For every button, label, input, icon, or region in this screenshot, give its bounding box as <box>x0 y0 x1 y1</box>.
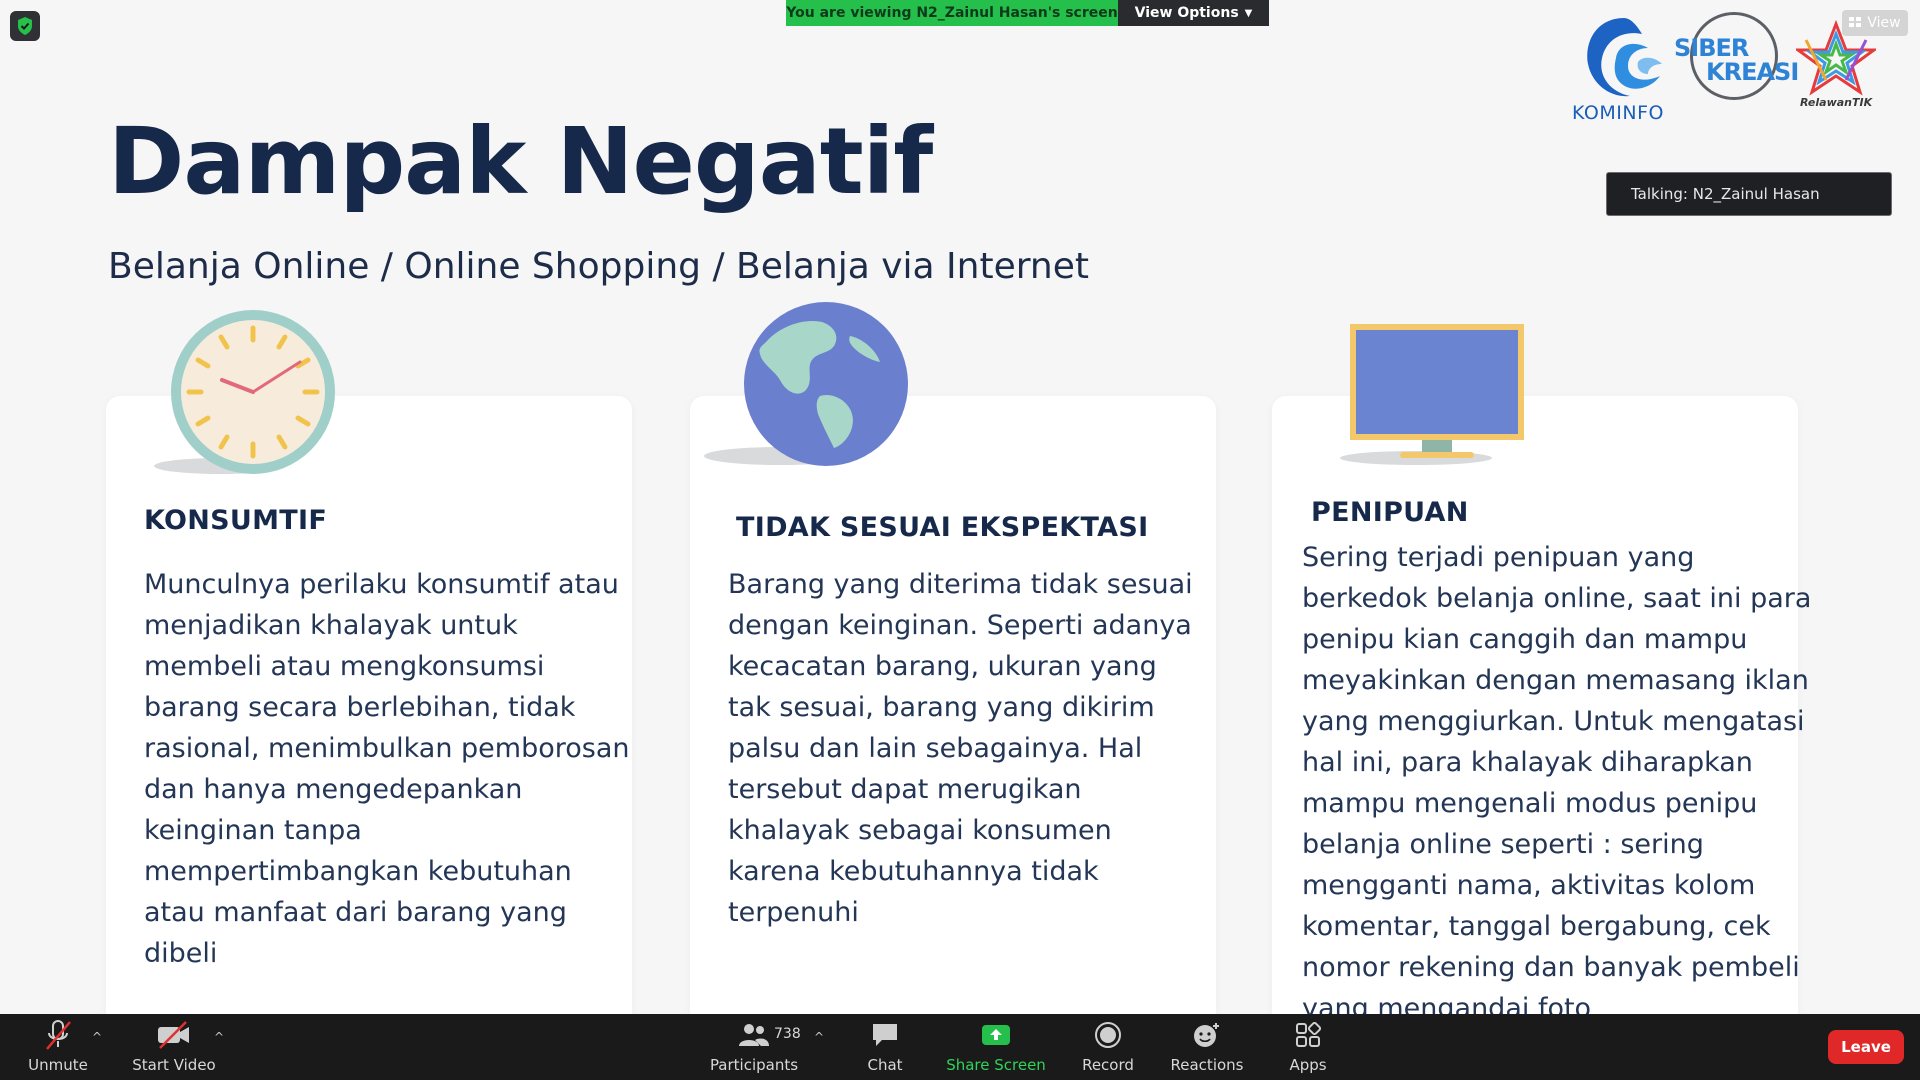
card-body-tidak-sesuai: Barang yang diterima tidak sesuai dengan… <box>728 564 1218 933</box>
viewing-screen-label: You are viewing N2_Zainul Hasan's screen <box>786 0 1118 26</box>
record-label: Record <box>1082 1056 1134 1074</box>
card-line: hal ini, para khalayak diharapkan <box>1302 747 1753 778</box>
card-line: keinginan tanpa <box>144 815 362 846</box>
globe-icon <box>704 302 908 466</box>
share-screen-button[interactable]: Share Screen <box>946 1018 1046 1078</box>
view-options-button[interactable]: View Options ▼ <box>1118 0 1269 26</box>
card-line: Sering terjadi penipuan yang <box>1302 542 1695 573</box>
unmute-button[interactable]: Unmute <box>20 1018 96 1078</box>
shared-screen: You are viewing N2_Zainul Hasan's screen… <box>0 0 1920 1014</box>
slide-title: Dampak Negatif <box>108 108 933 215</box>
card-line: belanja online seperti : sering <box>1302 829 1704 860</box>
emoji-icon <box>1192 1018 1222 1052</box>
apps-label: Apps <box>1289 1056 1327 1074</box>
card-line: berkedok belanja online, saat ini para <box>1302 583 1812 614</box>
participants-icon <box>737 1018 771 1052</box>
chat-label: Chat <box>867 1056 903 1074</box>
card-line: tak sesuai, barang yang dikirim <box>728 692 1155 723</box>
siberkreasi-label-2: KREASI <box>1706 58 1799 86</box>
slide-subtitle: Belanja Online / Online Shopping / Belan… <box>108 246 1089 287</box>
card-heading-konsumtif: KONSUMTIF <box>144 505 328 536</box>
start-video-button[interactable]: Start Video <box>130 1018 218 1078</box>
kominfo-label: KOMINFO <box>1572 102 1664 124</box>
leave-button[interactable]: Leave <box>1828 1030 1904 1064</box>
card-line: dan hanya mengedepankan <box>144 774 523 805</box>
card-body-konsumtif: Munculnya perilaku konsumtif atau menjad… <box>144 564 644 974</box>
card-line: khalayak sebagai konsumen <box>728 815 1112 846</box>
muted-microphone-icon <box>43 1018 73 1052</box>
card-line: Barang yang diterima tidak sesuai <box>728 569 1193 600</box>
partner-logos: KOMINFO SIBER KREASI RelawanTIK <box>1568 10 1888 125</box>
reactions-label: Reactions <box>1170 1056 1244 1074</box>
share-screen-icon <box>981 1018 1011 1052</box>
security-shield-icon[interactable] <box>10 11 40 41</box>
card-line: dibeli <box>144 938 218 969</box>
card-line: mengganti nama, aktivitas kolom <box>1302 870 1756 901</box>
card-line: mampu mengenali modus penipu <box>1302 788 1758 819</box>
start-video-label: Start Video <box>132 1056 216 1074</box>
card-line: yang menggiurkan. Untuk mengatasi <box>1302 706 1805 737</box>
card-line: barang secara berlebihan, tidak <box>144 692 576 723</box>
card-line: meyakinkan dengan memasang iklan <box>1302 665 1809 696</box>
card-line: tersebut dapat merugikan <box>728 774 1082 805</box>
card-line: komentar, tanggal bergabung, cek <box>1302 911 1771 942</box>
meeting-toolbar: Unmute ^ Start Video ^ Participants 738 … <box>0 1014 1920 1080</box>
card-line: penipu kian canggih dan mampu <box>1302 624 1748 655</box>
card-line: kecacatan barang, ukuran yang <box>728 651 1157 682</box>
kominfo-logo <box>1587 18 1662 97</box>
participants-count: 738 <box>774 1026 801 1042</box>
card-line: menjadikan khalayak untuk <box>144 610 518 641</box>
chat-button[interactable]: Chat <box>862 1018 908 1078</box>
card-line: rasional, menimbulkan pemborosan <box>144 733 630 764</box>
relawan-tik-label: RelawanTIK <box>1800 96 1873 109</box>
reactions-button[interactable]: Reactions <box>1170 1018 1244 1078</box>
grid-icon <box>1849 15 1862 31</box>
chevron-down-icon: ▼ <box>1244 7 1253 19</box>
apps-icon <box>1295 1018 1321 1052</box>
card-line: nomor rekening dan banyak pembeli <box>1302 952 1800 983</box>
view-label: View <box>1867 15 1901 31</box>
share-screen-label: Share Screen <box>946 1056 1046 1074</box>
card-line: karena kebutuhannya tidak <box>728 856 1099 887</box>
view-options-label: View Options <box>1134 5 1239 21</box>
card-heading-tidak-sesuai: TIDAK SESUAI EKSPEKTASI <box>736 512 1149 543</box>
participants-caret-icon[interactable]: ^ <box>814 1030 824 1044</box>
card-body-penipuan: Sering terjadi penipuan yang berkedok be… <box>1302 537 1902 1014</box>
audio-options-caret-icon[interactable]: ^ <box>92 1030 102 1044</box>
unmute-label: Unmute <box>28 1056 88 1074</box>
clock-icon <box>154 310 335 474</box>
card-line: membeli atau mengkonsumsi <box>144 651 545 682</box>
record-button[interactable]: Record <box>1080 1018 1136 1078</box>
card-line: atau manfaat dari barang yang <box>144 897 567 928</box>
chat-icon <box>870 1018 900 1052</box>
siberkreasi-label-1: SIBER <box>1674 34 1749 62</box>
card-line: Munculnya perilaku konsumtif atau <box>144 569 619 600</box>
card-line: dengan keinginan. Seperti adanya <box>728 610 1192 641</box>
monitor-icon <box>1340 324 1524 465</box>
card-line: mempertimbangkan kebutuhan <box>144 856 572 887</box>
screen-share-banner: You are viewing N2_Zainul Hasan's screen… <box>786 0 1269 26</box>
card-line: yang mengandai foto <box>1302 993 1592 1014</box>
view-button[interactable]: View <box>1842 10 1908 36</box>
participants-label: Participants <box>709 1056 799 1074</box>
card-line: palsu dan lain sebagainya. Hal <box>728 733 1143 764</box>
talking-indicator: Talking: N2_Zainul Hasan <box>1606 172 1892 216</box>
apps-button[interactable]: Apps <box>1284 1018 1332 1078</box>
record-icon <box>1094 1018 1122 1052</box>
card-heading-penipuan: PENIPUAN <box>1311 497 1469 528</box>
card-line: terpenuhi <box>728 897 859 928</box>
video-off-icon <box>156 1018 192 1052</box>
video-options-caret-icon[interactable]: ^ <box>214 1030 224 1044</box>
